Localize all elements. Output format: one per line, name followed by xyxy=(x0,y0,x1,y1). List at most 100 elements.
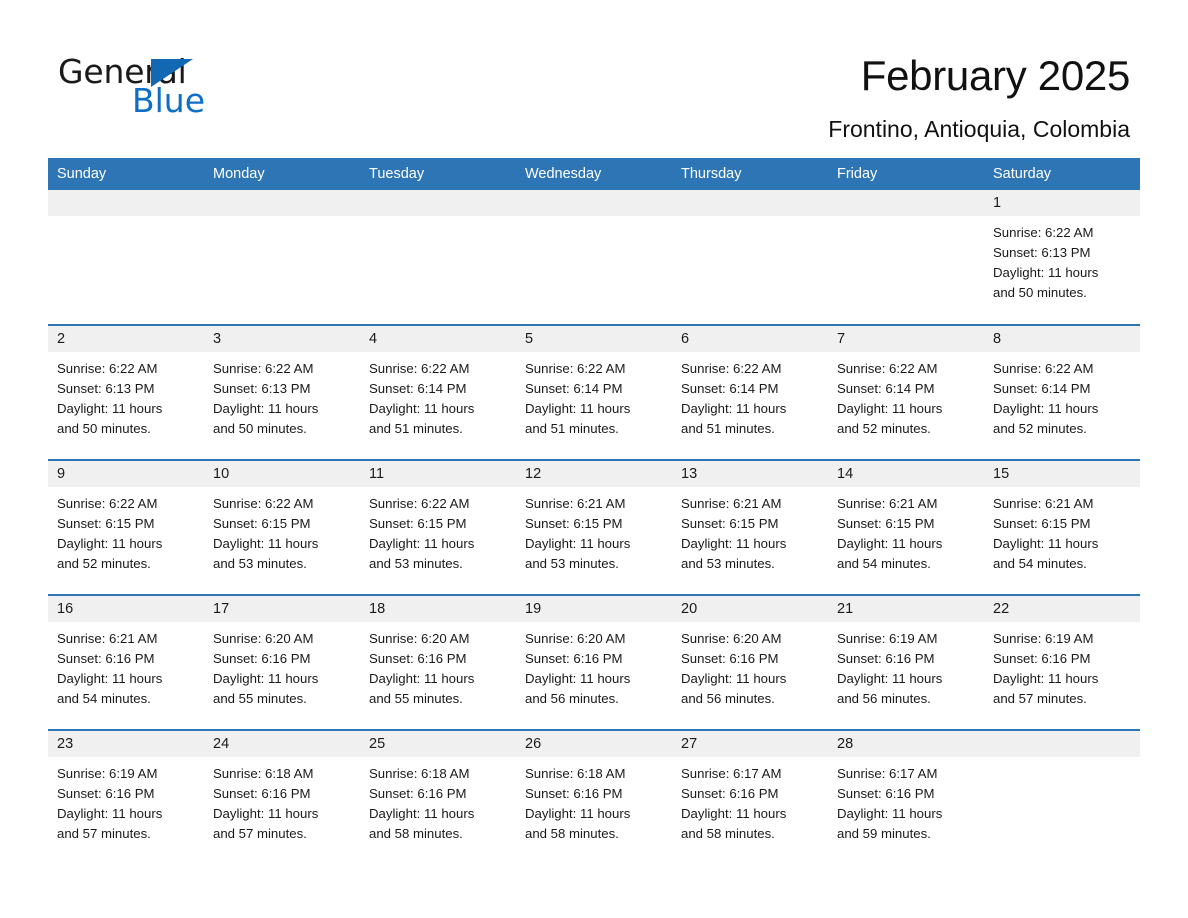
daylight-text-line2: and 57 minutes. xyxy=(993,691,1087,706)
daylight-text-line2: and 58 minutes. xyxy=(681,826,775,841)
day-cell[interactable]: 6 Sunrise: 6:22 AM Sunset: 6:14 PM Daylight… xyxy=(672,324,828,460)
generalblue-logo[interactable]: General Blue xyxy=(58,52,318,122)
sunset-text: Sunset: 6:14 PM xyxy=(525,381,623,396)
day-number: 14 xyxy=(828,461,984,487)
day-details: Sunrise: 6:18 AM Sunset: 6:16 PM Daylight:… xyxy=(360,757,516,844)
daylight-text-line2: and 54 minutes. xyxy=(993,556,1087,571)
sunrise-text: Sunrise: 6:21 AM xyxy=(993,496,1094,511)
day-number: 11 xyxy=(360,461,516,487)
day-cell[interactable]: 26 Sunrise: 6:18 AM Sunset: 6:16 PM Dayligh… xyxy=(516,729,672,865)
daylight-text-line1: Daylight: 11 hours xyxy=(525,671,631,686)
day-details xyxy=(672,216,828,223)
daylight-text-line1: Daylight: 11 hours xyxy=(525,536,631,551)
sunset-text: Sunset: 6:14 PM xyxy=(837,381,935,396)
day-number: 9 xyxy=(48,461,204,487)
day-cell[interactable]: 12 Sunrise: 6:21 AM Sunset: 6:15 PM Dayligh… xyxy=(516,459,672,595)
day-details: Sunrise: 6:20 AM Sunset: 6:16 PM Daylight:… xyxy=(672,622,828,709)
sunrise-text: Sunrise: 6:22 AM xyxy=(57,361,158,376)
day-cell[interactable]: 9 Sunrise: 6:22 AM Sunset: 6:15 PM Daylight… xyxy=(48,459,204,595)
day-details: Sunrise: 6:19 AM Sunset: 6:16 PM Daylight:… xyxy=(984,622,1140,709)
sunrise-text: Sunrise: 6:20 AM xyxy=(681,631,782,646)
day-number xyxy=(516,190,672,216)
daylight-text-line2: and 50 minutes. xyxy=(57,421,151,436)
day-cell[interactable]: 14 Sunrise: 6:21 AM Sunset: 6:15 PM Dayligh… xyxy=(828,459,984,595)
day-number xyxy=(984,731,1140,757)
daylight-text-line2: and 57 minutes. xyxy=(213,826,307,841)
day-number: 3 xyxy=(204,326,360,352)
day-cell[interactable]: 21 Sunrise: 6:19 AM Sunset: 6:16 PM Dayligh… xyxy=(828,594,984,730)
sunset-text: Sunset: 6:16 PM xyxy=(369,651,467,666)
day-cell[interactable]: 3 Sunrise: 6:22 AM Sunset: 6:13 PM Daylight… xyxy=(204,324,360,460)
day-cell[interactable]: 2 Sunrise: 6:22 AM Sunset: 6:13 PM Daylight… xyxy=(48,324,204,460)
day-number: 22 xyxy=(984,596,1140,622)
day-cell[interactable]: 5 Sunrise: 6:22 AM Sunset: 6:14 PM Daylight… xyxy=(516,324,672,460)
day-details: Sunrise: 6:22 AM Sunset: 6:15 PM Daylight:… xyxy=(48,487,204,574)
day-cell[interactable] xyxy=(360,190,516,325)
day-details: Sunrise: 6:22 AM Sunset: 6:13 PM Daylight:… xyxy=(984,216,1140,303)
day-cell[interactable] xyxy=(516,190,672,325)
day-cell[interactable]: 23 Sunrise: 6:19 AM Sunset: 6:16 PM Dayligh… xyxy=(48,729,204,865)
day-number: 8 xyxy=(984,326,1140,352)
day-cell[interactable] xyxy=(204,190,360,325)
day-cell[interactable] xyxy=(828,190,984,325)
weekday-header-friday: Friday xyxy=(828,158,984,190)
sunrise-text: Sunrise: 6:22 AM xyxy=(213,361,314,376)
day-cell[interactable]: 16 Sunrise: 6:21 AM Sunset: 6:16 PM Dayligh… xyxy=(48,594,204,730)
day-details xyxy=(516,216,672,223)
daylight-text-line1: Daylight: 11 hours xyxy=(681,671,787,686)
sunrise-text: Sunrise: 6:22 AM xyxy=(681,361,782,376)
daylight-text-line2: and 50 minutes. xyxy=(213,421,307,436)
sunset-text: Sunset: 6:15 PM xyxy=(525,516,623,531)
day-cell[interactable] xyxy=(984,729,1140,865)
daylight-text-line2: and 56 minutes. xyxy=(525,691,619,706)
day-details: Sunrise: 6:22 AM Sunset: 6:14 PM Daylight:… xyxy=(516,352,672,439)
day-cell[interactable]: 10 Sunrise: 6:22 AM Sunset: 6:15 PM Dayligh… xyxy=(204,459,360,595)
day-number: 26 xyxy=(516,731,672,757)
daylight-text-line1: Daylight: 11 hours xyxy=(213,536,319,551)
day-number: 23 xyxy=(48,731,204,757)
daylight-text-line1: Daylight: 11 hours xyxy=(57,536,163,551)
day-cell[interactable]: 18 Sunrise: 6:20 AM Sunset: 6:16 PM Dayligh… xyxy=(360,594,516,730)
day-number: 13 xyxy=(672,461,828,487)
daylight-text-line1: Daylight: 11 hours xyxy=(993,671,1099,686)
day-cell[interactable]: 25 Sunrise: 6:18 AM Sunset: 6:16 PM Dayligh… xyxy=(360,729,516,865)
sunrise-text: Sunrise: 6:22 AM xyxy=(369,361,470,376)
day-cell[interactable]: 20 Sunrise: 6:20 AM Sunset: 6:16 PM Dayligh… xyxy=(672,594,828,730)
day-number: 1 xyxy=(984,190,1140,216)
daylight-text-line2: and 56 minutes. xyxy=(837,691,931,706)
day-cell[interactable]: 8 Sunrise: 6:22 AM Sunset: 6:14 PM Daylight… xyxy=(984,324,1140,460)
day-cell[interactable] xyxy=(672,190,828,325)
weekday-header-tuesday: Tuesday xyxy=(360,158,516,190)
day-cell[interactable]: 22 Sunrise: 6:19 AM Sunset: 6:16 PM Dayligh… xyxy=(984,594,1140,730)
day-cell[interactable]: 13 Sunrise: 6:21 AM Sunset: 6:15 PM Dayligh… xyxy=(672,459,828,595)
day-cell[interactable]: 15 Sunrise: 6:21 AM Sunset: 6:15 PM Dayligh… xyxy=(984,459,1140,595)
daylight-text-line2: and 58 minutes. xyxy=(369,826,463,841)
day-cell[interactable]: 24 Sunrise: 6:18 AM Sunset: 6:16 PM Dayligh… xyxy=(204,729,360,865)
day-cell[interactable]: 19 Sunrise: 6:20 AM Sunset: 6:16 PM Dayligh… xyxy=(516,594,672,730)
sunrise-text: Sunrise: 6:18 AM xyxy=(213,766,314,781)
day-details: Sunrise: 6:19 AM Sunset: 6:16 PM Daylight:… xyxy=(828,622,984,709)
sunset-text: Sunset: 6:15 PM xyxy=(369,516,467,531)
day-cell[interactable]: 7 Sunrise: 6:22 AM Sunset: 6:14 PM Daylight… xyxy=(828,324,984,460)
day-cell[interactable]: 1 Sunrise: 6:22 AM Sunset: 6:13 PM Daylight… xyxy=(984,190,1140,325)
weekday-header-saturday: Saturday xyxy=(984,158,1140,190)
daylight-text-line2: and 59 minutes. xyxy=(837,826,931,841)
day-cell[interactable]: 4 Sunrise: 6:22 AM Sunset: 6:14 PM Daylight… xyxy=(360,324,516,460)
daylight-text-line1: Daylight: 11 hours xyxy=(369,536,475,551)
day-details xyxy=(204,216,360,223)
day-number: 5 xyxy=(516,326,672,352)
daylight-text-line2: and 52 minutes. xyxy=(993,421,1087,436)
day-cell[interactable]: 17 Sunrise: 6:20 AM Sunset: 6:16 PM Dayligh… xyxy=(204,594,360,730)
sunset-text: Sunset: 6:13 PM xyxy=(213,381,311,396)
day-details: Sunrise: 6:17 AM Sunset: 6:16 PM Daylight:… xyxy=(828,757,984,844)
sunset-text: Sunset: 6:16 PM xyxy=(57,786,155,801)
day-cell[interactable]: 28 Sunrise: 6:17 AM Sunset: 6:16 PM Dayligh… xyxy=(828,729,984,865)
day-cell[interactable] xyxy=(48,190,204,325)
day-number xyxy=(828,190,984,216)
day-cell[interactable]: 27 Sunrise: 6:17 AM Sunset: 6:16 PM Dayligh… xyxy=(672,729,828,865)
day-cell[interactable]: 11 Sunrise: 6:22 AM Sunset: 6:15 PM Dayligh… xyxy=(360,459,516,595)
sunset-text: Sunset: 6:15 PM xyxy=(837,516,935,531)
daylight-text-line2: and 53 minutes. xyxy=(213,556,307,571)
sunrise-text: Sunrise: 6:20 AM xyxy=(369,631,470,646)
daylight-text-line2: and 51 minutes. xyxy=(369,421,463,436)
